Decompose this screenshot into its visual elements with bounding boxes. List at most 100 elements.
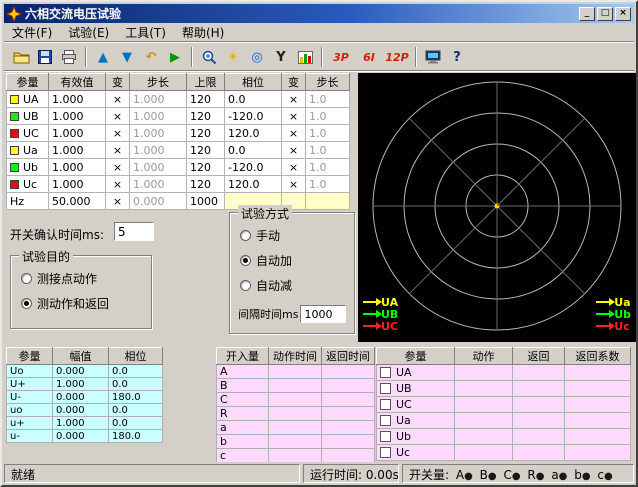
switch-confirm-input[interactable] [114,222,154,241]
close-button[interactable]: × [615,7,631,21]
radio-contact-action[interactable]: 测接点动作 [21,270,97,287]
legend-label: Uc [614,320,629,333]
device-button[interactable] [421,46,445,68]
open-folder-icon [13,50,30,64]
vary-cell[interactable]: × [282,91,306,108]
rms-cell[interactable]: 1.000 [49,176,106,193]
undo-button[interactable]: ↶ [139,46,163,68]
toolbar-separator [415,47,417,67]
help-button[interactable]: ? [445,46,469,68]
action-checkbox[interactable] [380,431,391,442]
vary-cell[interactable]: × [106,176,130,193]
step-cell: 1.000 [130,142,187,159]
switches-label: 开关量: [409,468,449,482]
vary-cell[interactable]: × [106,193,130,210]
step-cell: 1.0 [306,142,350,159]
brightness-button[interactable]: ☀ [221,46,245,68]
menu-help[interactable]: 帮助(H) [174,22,232,43]
waveform-button[interactable] [293,46,317,68]
vary-cell[interactable]: × [282,142,306,159]
legend-label: UC [381,320,398,333]
phase-color-swatch [10,129,19,138]
lower-value-button[interactable]: ▼ [115,46,139,68]
rms-cell[interactable]: 1.000 [49,108,106,125]
rms-cell[interactable]: 50.000 [49,193,106,210]
radio-icon[interactable] [240,230,251,241]
limit-cell[interactable]: 120 [187,176,225,193]
menu-file[interactable]: 文件(F) [4,22,60,43]
vary-cell[interactable]: × [106,142,130,159]
menu-tools[interactable]: 工具(T) [117,22,174,43]
polar-legend-right: Ua Ub Uc [596,296,631,332]
indicator-dot: ● [512,471,521,482]
mode-3p-button[interactable]: 3P [327,46,355,68]
phase-cell[interactable]: -120.0 [225,159,282,176]
limit-cell[interactable]: 120 [187,108,225,125]
zoom-button[interactable] [197,46,221,68]
radio-auto-decrease[interactable]: 自动减 [240,277,292,294]
save-button[interactable] [33,46,57,68]
param-name-cell: UB [7,108,49,125]
phase-cell[interactable]: 120.0 [225,125,282,142]
radio-manual[interactable]: 手动 [240,227,280,244]
vary-cell[interactable]: × [282,125,306,142]
vary-cell[interactable]: × [282,108,306,125]
action-checkbox[interactable] [380,383,391,394]
maximize-button[interactable]: □ [597,7,613,21]
radio-auto-increase[interactable]: 自动加 [240,252,292,269]
table-row: R [217,407,375,421]
vary-cell[interactable]: × [282,176,306,193]
open-button[interactable] [9,46,33,68]
start-test-button[interactable]: ▶ [163,46,187,68]
col-header: 相位 [225,74,282,91]
phase-cell[interactable]: 0.0 [225,142,282,159]
raise-value-button[interactable]: ▲ [91,46,115,68]
vector-arrow-icon [363,301,378,303]
indicator-dot: ● [536,471,545,482]
mode-12p-button[interactable]: 12P [383,46,411,68]
table-row: UC 1.000 × 1.000 120 120.0 × 1.0 [7,125,350,142]
sequence-table: 参量幅值相位 Uo0.0000.0 U+1.0000.0 U-0.000180.… [6,347,163,443]
table-row: Hz 50.000 × 0.000 1000 [7,193,350,210]
radio-label: 测动作和返回 [37,295,109,312]
vary-cell[interactable]: × [106,125,130,142]
vary-cell[interactable]: × [106,108,130,125]
action-checkbox[interactable] [380,399,391,410]
radio-icon[interactable] [21,298,32,309]
action-return-table: 参量动作返回返回系数 UA UB UC Ua Ub Uc [376,347,631,461]
vary-cell[interactable]: × [282,159,306,176]
menu-test[interactable]: 试验(E) [60,22,117,43]
col-header: 有效值 [49,74,106,91]
vector-view-button[interactable]: Y [269,46,293,68]
minimize-button[interactable]: _ [579,7,595,21]
limit-cell[interactable]: 1000 [187,193,225,210]
radio-icon[interactable] [21,273,32,284]
vary-cell[interactable]: × [106,159,130,176]
action-checkbox[interactable] [380,415,391,426]
action-checkbox[interactable] [380,367,391,378]
phase-cell[interactable]: -120.0 [225,108,282,125]
table-row: Uo0.0000.0 [7,365,163,378]
radio-action-and-return[interactable]: 测动作和返回 [21,295,109,312]
step-cell: 1.000 [130,91,187,108]
rms-cell[interactable]: 1.000 [49,142,106,159]
interval-input[interactable] [300,305,346,323]
limit-cell[interactable]: 120 [187,91,225,108]
rms-cell[interactable]: 1.000 [49,159,106,176]
phase-cell[interactable]: 0.0 [225,91,282,108]
switch-indicator: A● [456,468,473,482]
limit-cell[interactable]: 120 [187,159,225,176]
action-checkbox[interactable] [380,447,391,458]
phase-cell[interactable]: 120.0 [225,176,282,193]
mode-6i-button[interactable]: 6I [355,46,383,68]
polar-rings-button[interactable]: ◎ [245,46,269,68]
rms-cell[interactable]: 1.000 [49,125,106,142]
radio-icon[interactable] [240,280,251,291]
table-row: UB [377,381,631,397]
radio-icon[interactable] [240,255,251,266]
limit-cell[interactable]: 120 [187,125,225,142]
vary-cell[interactable]: × [106,91,130,108]
print-button[interactable] [57,46,81,68]
limit-cell[interactable]: 120 [187,142,225,159]
rms-cell[interactable]: 1.000 [49,91,106,108]
